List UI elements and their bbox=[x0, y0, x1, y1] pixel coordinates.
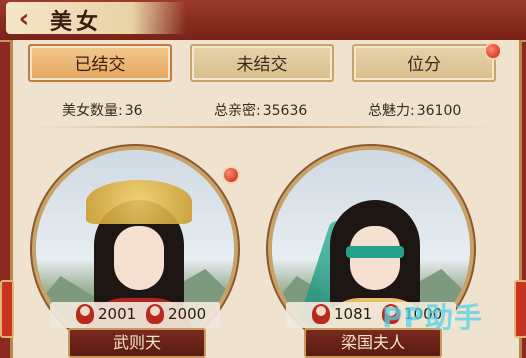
beauty-name: 武则天 bbox=[68, 328, 206, 358]
notification-dot-icon bbox=[484, 42, 502, 60]
crown-icon bbox=[86, 180, 192, 224]
tab-rank[interactable]: 位分 bbox=[352, 44, 496, 82]
intimacy-value: 1081 bbox=[334, 305, 373, 323]
stat-intimacy: 总亲密: 35636 bbox=[214, 103, 308, 119]
page-title: 美女 bbox=[50, 9, 103, 35]
back-arrow-icon[interactable]: ‹ bbox=[4, 4, 44, 34]
side-tassel-right bbox=[514, 280, 526, 338]
side-tassel-left bbox=[0, 280, 14, 338]
beauty-stats-bar: 2001 2000 bbox=[50, 302, 220, 328]
blindfold-icon bbox=[346, 246, 404, 258]
tab-befriended[interactable]: 已结交 bbox=[28, 44, 172, 82]
watermark: PP助手 bbox=[382, 301, 484, 334]
notification-dot-icon bbox=[222, 166, 240, 184]
tab-not-befriended[interactable]: 未结交 bbox=[190, 44, 334, 82]
stats-row: 美女数量: 36 总亲密: 35636 总魅力: 36100 bbox=[0, 98, 526, 122]
divider bbox=[30, 126, 496, 128]
intimacy-icon bbox=[76, 304, 94, 324]
intimacy-icon bbox=[312, 304, 330, 324]
stat-count: 美女数量: 36 bbox=[62, 103, 143, 119]
beauty-card[interactable]: 2001 2000 武则天 bbox=[30, 140, 240, 358]
charm-value: 2000 bbox=[168, 305, 207, 323]
stat-charm: 总魅力: 36100 bbox=[368, 103, 462, 119]
top-bar: ‹ 美女 bbox=[0, 0, 526, 42]
charm-icon bbox=[146, 304, 164, 324]
intimacy-value: 2001 bbox=[98, 305, 137, 323]
